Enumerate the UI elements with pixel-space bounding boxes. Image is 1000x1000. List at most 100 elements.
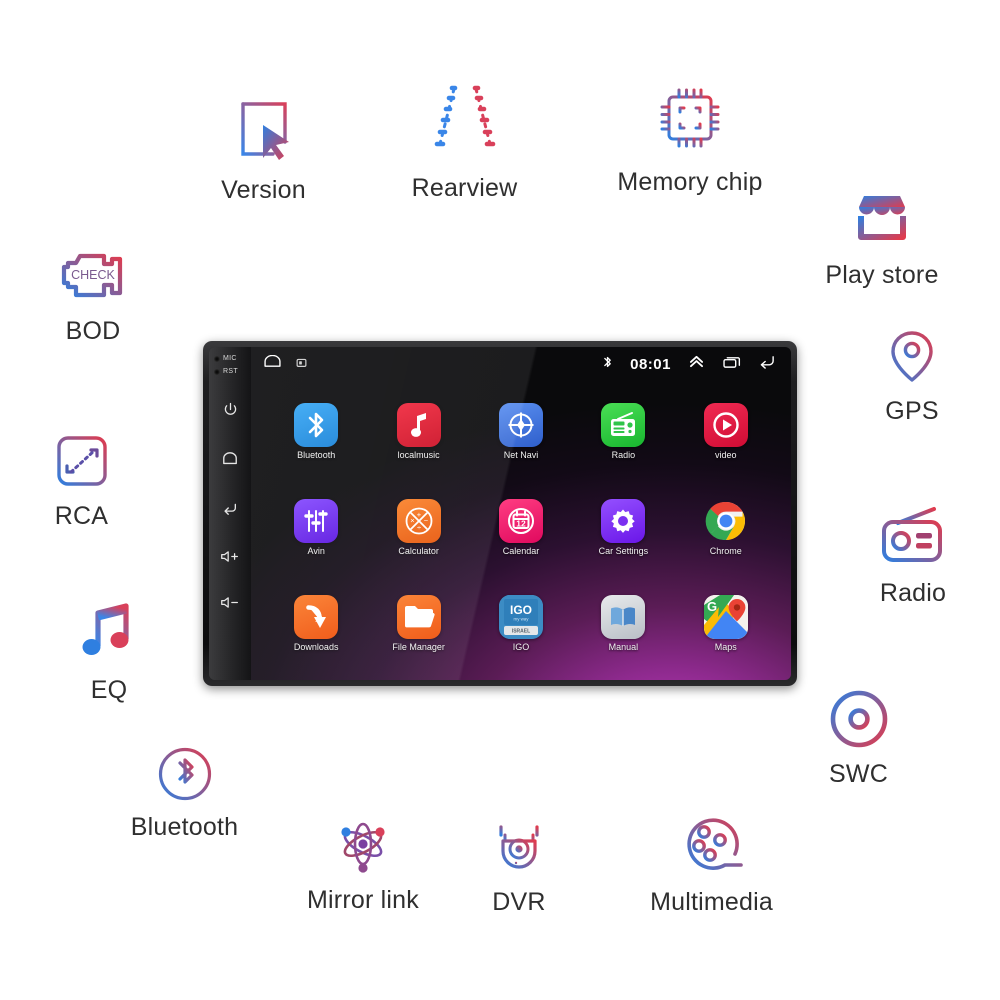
touchscreen[interactable]: 08:01 Bluetooth localmusic Net Navi Radi…	[251, 347, 791, 680]
app-igo[interactable]: IGO my way ISRAEL IGO	[470, 576, 572, 672]
status-recents-icon[interactable]	[722, 355, 741, 374]
bluetooth-circle-icon	[156, 745, 214, 808]
feature-eq[interactable]: EQ	[68, 598, 150, 705]
feature-label: Radio	[879, 579, 947, 607]
status-bluetooth-icon	[602, 354, 613, 375]
gear-app-icon	[601, 498, 646, 543]
rca-resize-icon	[51, 430, 113, 497]
app-label: video	[715, 449, 737, 460]
folder-app-icon	[396, 595, 441, 640]
app-localmusic[interactable]: localmusic	[367, 383, 469, 479]
feature-label: GPS	[885, 397, 939, 425]
steering-wheel-icon	[828, 688, 890, 755]
feature-label: SWC	[829, 760, 888, 788]
chrome-app-icon	[704, 499, 748, 543]
app-label: Calendar	[502, 545, 540, 556]
app-file-manager[interactable]: File Manager	[367, 576, 469, 672]
app-car-settings[interactable]: Car Settings	[572, 479, 674, 575]
calendar-app-icon: 12	[498, 498, 543, 543]
mic-hole-icon	[214, 355, 220, 362]
app-label: File Manager	[392, 642, 445, 653]
poster-root: Version Rearview Memory chip Play store …	[0, 0, 1000, 1000]
power-button[interactable]	[222, 401, 239, 423]
feature-label: DVR	[492, 888, 546, 916]
app-calculator[interactable]: + − × ÷ Calculator	[367, 479, 469, 575]
igo-sub-text: my way	[514, 617, 530, 622]
app-calendar[interactable]: 12 Calendar	[470, 479, 572, 575]
app-avin[interactable]: Avin	[265, 479, 367, 575]
mic-label: MIC	[223, 355, 237, 362]
download-arrow-app-icon	[294, 595, 339, 640]
app-downloads[interactable]: Downloads	[265, 576, 367, 672]
feature-bod[interactable]: CHECK BOD	[38, 245, 148, 346]
feature-label: RCA	[54, 502, 109, 530]
feature-memory-chip[interactable]: Memory chip	[600, 78, 780, 197]
feature-label: Bluetooth	[130, 813, 239, 841]
calendar-day-number: 12	[516, 518, 526, 528]
check-engine-text: CHECK	[71, 268, 115, 282]
igo-title-text: IGO	[510, 603, 532, 617]
compass-app-icon	[498, 402, 543, 447]
feature-label: Memory chip	[617, 168, 763, 196]
play-store-shop-icon	[849, 185, 915, 256]
car-head-unit: MIC RST 08:01 Bluetooth localmusic Net N…	[203, 341, 797, 686]
status-back-icon[interactable]	[758, 354, 777, 374]
volume-down-button[interactable]	[219, 595, 241, 615]
feature-mirror-link[interactable]: Mirror link	[288, 818, 438, 915]
home-button[interactable]	[221, 451, 239, 472]
feature-version[interactable]: Version	[186, 92, 341, 205]
feature-dvr[interactable]: DVR	[465, 818, 573, 917]
feature-rca[interactable]: RCA	[34, 430, 129, 531]
status-screenshot-icon[interactable]	[296, 355, 307, 373]
feature-label: Rearview	[411, 174, 518, 202]
reset-hole-icon[interactable]	[214, 368, 220, 375]
app-manual[interactable]: Manual	[572, 576, 674, 672]
radio-app-icon	[601, 402, 646, 447]
svg-text:+: +	[416, 510, 421, 519]
app-label: Car Settings	[598, 545, 649, 556]
feature-label: EQ	[90, 676, 128, 704]
volume-up-icon	[219, 549, 241, 569]
check-engine-icon: CHECK	[54, 245, 132, 312]
app-chrome[interactable]: Chrome	[675, 479, 777, 575]
app-label: Bluetooth	[297, 449, 336, 460]
feature-radio[interactable]: Radio	[858, 505, 968, 608]
status-home-icon[interactable]	[263, 354, 282, 373]
app-label: Avin	[307, 545, 325, 556]
app-label: Net Navi	[503, 449, 539, 460]
app-net-navi[interactable]: Net Navi	[470, 383, 572, 479]
svg-text:−: −	[423, 516, 428, 525]
igo-app-icon: IGO my way ISRAEL	[498, 595, 543, 640]
feature-play-store[interactable]: Play store	[806, 185, 958, 290]
back-button[interactable]	[221, 500, 239, 521]
feature-swc[interactable]: SWC	[806, 688, 911, 789]
reset-label: RST	[223, 368, 238, 375]
bluetooth-app-icon	[294, 402, 339, 447]
app-maps[interactable]: G Maps	[675, 576, 777, 672]
reset-indicator[interactable]: RST	[209, 368, 251, 375]
app-label: Manual	[608, 642, 639, 653]
status-clock: 08:01	[630, 355, 671, 373]
feature-multimedia[interactable]: Multimedia	[634, 812, 789, 917]
app-radio[interactable]: Radio	[572, 383, 674, 479]
status-bar: 08:01	[251, 347, 791, 381]
volume-up-button[interactable]	[219, 549, 241, 569]
app-grid[interactable]: Bluetooth localmusic Net Navi Radio vide…	[251, 381, 791, 676]
feature-label: BOD	[65, 317, 121, 345]
feature-bluetooth[interactable]: Bluetooth	[107, 745, 262, 842]
feature-label: Mirror link	[307, 886, 419, 914]
film-reel-icon	[677, 812, 747, 883]
svg-text:÷: ÷	[417, 523, 421, 532]
app-label: IGO	[512, 642, 530, 653]
radio-outline-icon	[876, 505, 950, 574]
dome-camera-icon	[488, 818, 550, 883]
feature-label: Play store	[825, 261, 939, 289]
status-expand-icon[interactable]	[688, 354, 705, 374]
google-maps-app-icon: G	[703, 595, 748, 640]
calculator-app-icon: + − × ÷	[396, 498, 441, 543]
maps-letter-text: G	[707, 599, 717, 614]
feature-gps[interactable]: GPS	[862, 325, 962, 426]
app-video[interactable]: video	[675, 383, 777, 479]
app-bluetooth[interactable]: Bluetooth	[265, 383, 367, 479]
feature-rearview[interactable]: Rearview	[392, 72, 537, 203]
